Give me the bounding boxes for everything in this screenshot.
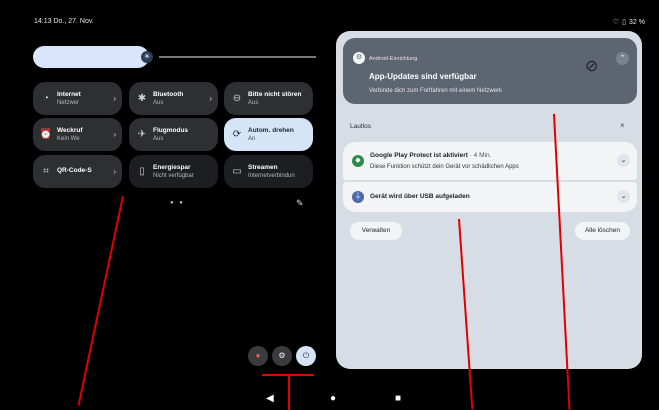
gear-icon: ⚙ bbox=[278, 351, 286, 360]
quick-tile-dnd[interactable]: ⊖ Bitte nicht stören Aus bbox=[224, 82, 313, 115]
tile-title: Flugmodus bbox=[153, 127, 189, 134]
brightness-slider[interactable]: ☀ bbox=[33, 46, 316, 68]
airplane-icon: ✈ bbox=[137, 129, 147, 140]
dnd-icon: ⊖ bbox=[232, 93, 242, 104]
tile-subtitle: Aus bbox=[153, 100, 164, 106]
chevron-right-icon[interactable]: › bbox=[209, 94, 212, 103]
notification-app-name: Android-Einrichtung bbox=[369, 56, 418, 62]
rotate-icon: ⟳ bbox=[232, 129, 242, 140]
quick-tile-airplane[interactable]: ✈ Flugmodus Aus bbox=[129, 118, 218, 151]
settings-gear-icon: ⚙ bbox=[353, 52, 365, 64]
tile-title: Streamen bbox=[248, 164, 278, 171]
quick-tile-wifi[interactable]: ◔ Internet Netzwer › bbox=[33, 82, 122, 115]
section-title-silent: Lautlos bbox=[350, 123, 371, 130]
brightness-track bbox=[159, 56, 316, 58]
battery-icon: ▯ bbox=[622, 19, 627, 26]
edit-pencil-icon[interactable]: ✎ bbox=[296, 198, 304, 209]
notification-title: App-Updates sind verfügbar bbox=[369, 72, 477, 81]
brightness-icon: ☀ bbox=[141, 51, 153, 63]
tile-subtitle: Netzwer bbox=[57, 100, 80, 106]
wifi-status-icon: ♡ bbox=[612, 19, 620, 26]
user-switch-button[interactable]: ● bbox=[248, 346, 268, 366]
chevron-right-icon[interactable]: › bbox=[113, 167, 116, 176]
section-close-button[interactable]: × bbox=[620, 121, 625, 130]
quick-tile-rotate[interactable]: ⟳ Autom. drehen An bbox=[224, 118, 313, 151]
cast-icon: ▭ bbox=[232, 166, 242, 177]
annotation-line bbox=[288, 374, 290, 410]
tile-title: Bluetooth bbox=[153, 91, 184, 98]
qr-icon: ⌗ bbox=[43, 166, 49, 177]
usb-icon: ⏚ bbox=[352, 191, 364, 203]
chevron-right-icon[interactable]: › bbox=[113, 130, 116, 139]
clear-all-button[interactable]: Alle löschen bbox=[575, 222, 630, 240]
recents-icon[interactable]: ■ bbox=[395, 393, 401, 404]
page-indicator: ● ● bbox=[170, 200, 185, 206]
tile-subtitle: An bbox=[248, 136, 256, 142]
collapse-chevron-icon[interactable]: ⌃ bbox=[616, 52, 629, 65]
notification-title: Gerät wird über USB aufgeladen bbox=[370, 193, 470, 200]
tile-subtitle: Aus bbox=[248, 100, 259, 106]
battery-saver-icon: ▯ bbox=[139, 166, 145, 177]
quick-tile-bluetooth[interactable]: ✱ Bluetooth Aus › bbox=[129, 82, 218, 115]
bluetooth-icon: ✱ bbox=[137, 93, 147, 104]
tile-subtitle: Internetverbindun bbox=[248, 173, 295, 179]
tile-subtitle: Aus bbox=[153, 136, 164, 142]
expand-chevron-icon[interactable]: ⌄ bbox=[617, 154, 630, 167]
expand-chevron-icon[interactable]: ⌄ bbox=[617, 190, 630, 203]
quick-tile-battery-saver[interactable]: ▯ Energiespar Nicht verfügbar bbox=[129, 155, 218, 188]
settings-button[interactable]: ⚙ bbox=[272, 346, 292, 366]
notification-title: Google Play Protect ist aktiviert · 4 Mi… bbox=[370, 152, 492, 159]
back-icon[interactable]: ◀ bbox=[266, 393, 274, 404]
notification-play-protect[interactable]: ◆ Google Play Protect ist aktiviert · 4 … bbox=[343, 142, 637, 180]
tile-title: Weckruf bbox=[57, 127, 83, 134]
tile-title: Bitte nicht stören bbox=[248, 91, 302, 98]
quick-tile-cast[interactable]: ▭ Streamen Internetverbindun bbox=[224, 155, 313, 188]
home-icon[interactable]: ● bbox=[330, 393, 336, 404]
quick-tile-qr[interactable]: ⌗ QR-Code-S › bbox=[33, 155, 122, 188]
tile-title: Internet bbox=[57, 91, 81, 98]
power-button[interactable]: ⏻ bbox=[296, 346, 316, 366]
notification-usb-charging[interactable]: ⏚ Gerät wird über USB aufgeladen ⌄ bbox=[343, 182, 637, 212]
tile-subtitle: Nicht verfügbar bbox=[153, 173, 194, 179]
notification-body: Verbinde dich zum Fortfahren mit einem N… bbox=[369, 88, 503, 94]
shield-icon: ◆ bbox=[352, 155, 364, 167]
brightness-fill bbox=[33, 46, 149, 68]
tile-title: Autom. drehen bbox=[248, 127, 294, 134]
notification-body: Diese Funktion schützt dein Gerät vor sc… bbox=[370, 164, 519, 170]
status-icons: ♡ ▯ 32 % bbox=[612, 18, 645, 27]
tile-subtitle: Kein We bbox=[57, 136, 80, 142]
notification-app-updates[interactable]: ⚙ Android-Einrichtung App-Updates sind v… bbox=[343, 38, 637, 104]
tile-title: QR-Code-S bbox=[57, 167, 92, 174]
user-icon: ● bbox=[255, 351, 261, 360]
annotation-line bbox=[77, 196, 124, 406]
chevron-right-icon[interactable]: › bbox=[113, 94, 116, 103]
power-icon: ⏻ bbox=[302, 351, 310, 360]
manage-button[interactable]: Verwalten bbox=[350, 222, 402, 240]
alarm-icon: ⏰ bbox=[39, 129, 53, 140]
quick-tile-alarm[interactable]: ⏰ Weckruf Kein We › bbox=[33, 118, 122, 151]
status-time-date: 14:13 Do., 27. Nov. bbox=[34, 18, 94, 25]
tile-title: Energiespar bbox=[153, 164, 191, 171]
battery-percent: 32 % bbox=[629, 18, 645, 26]
wifi-icon: ◔ bbox=[42, 93, 50, 104]
wifi-off-icon: ⊘ bbox=[585, 58, 599, 75]
